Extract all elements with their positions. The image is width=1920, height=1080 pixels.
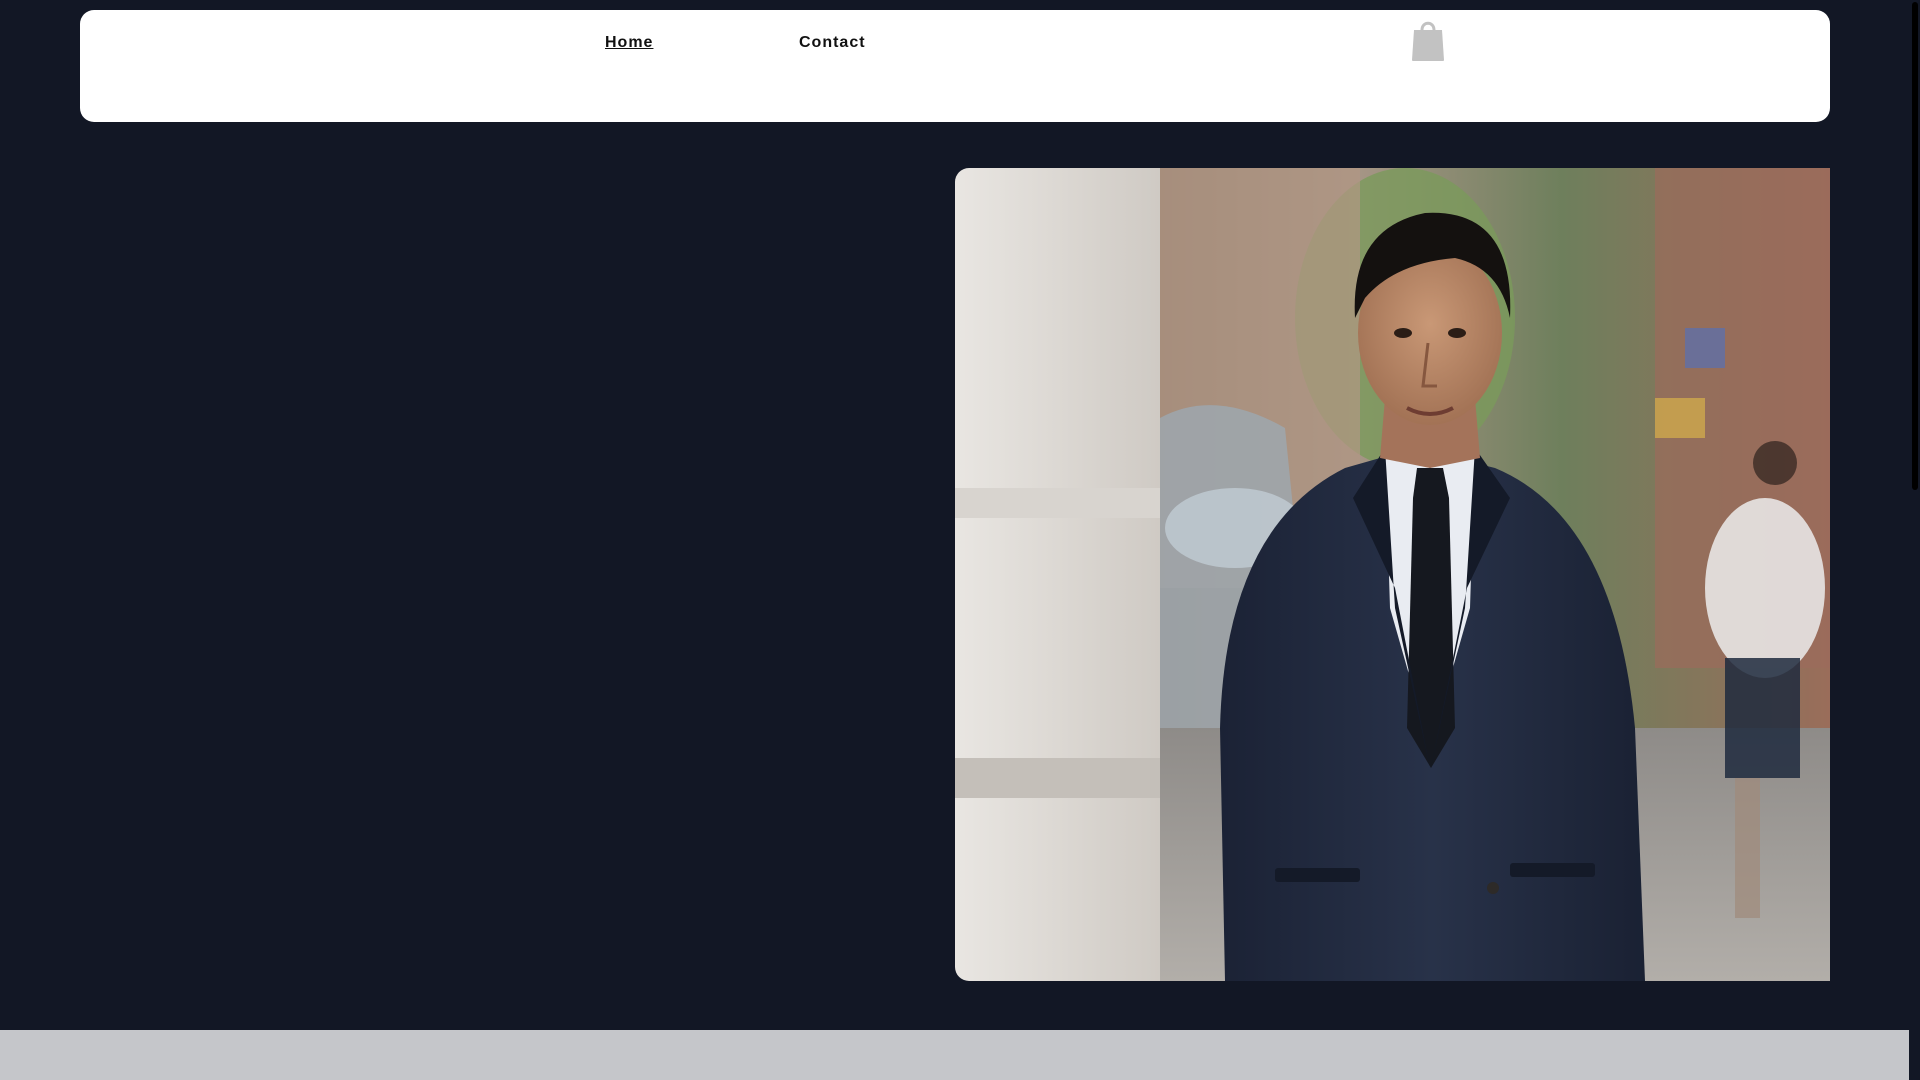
hero-portrait-photo [955,168,1830,981]
main-nav: Home Contact [80,34,1830,58]
nav-home-link[interactable]: Home [605,34,653,52]
footer-strip [0,1030,1909,1080]
page-scrollbar[interactable] [1909,0,1920,1080]
page: Home Contact [0,0,1909,1080]
shopping-bag-icon[interactable] [1411,18,1445,62]
nav-contact-link[interactable]: Contact [799,34,866,52]
scrollbar-thumb[interactable] [1912,2,1918,490]
site-header: Home Contact [80,10,1830,122]
